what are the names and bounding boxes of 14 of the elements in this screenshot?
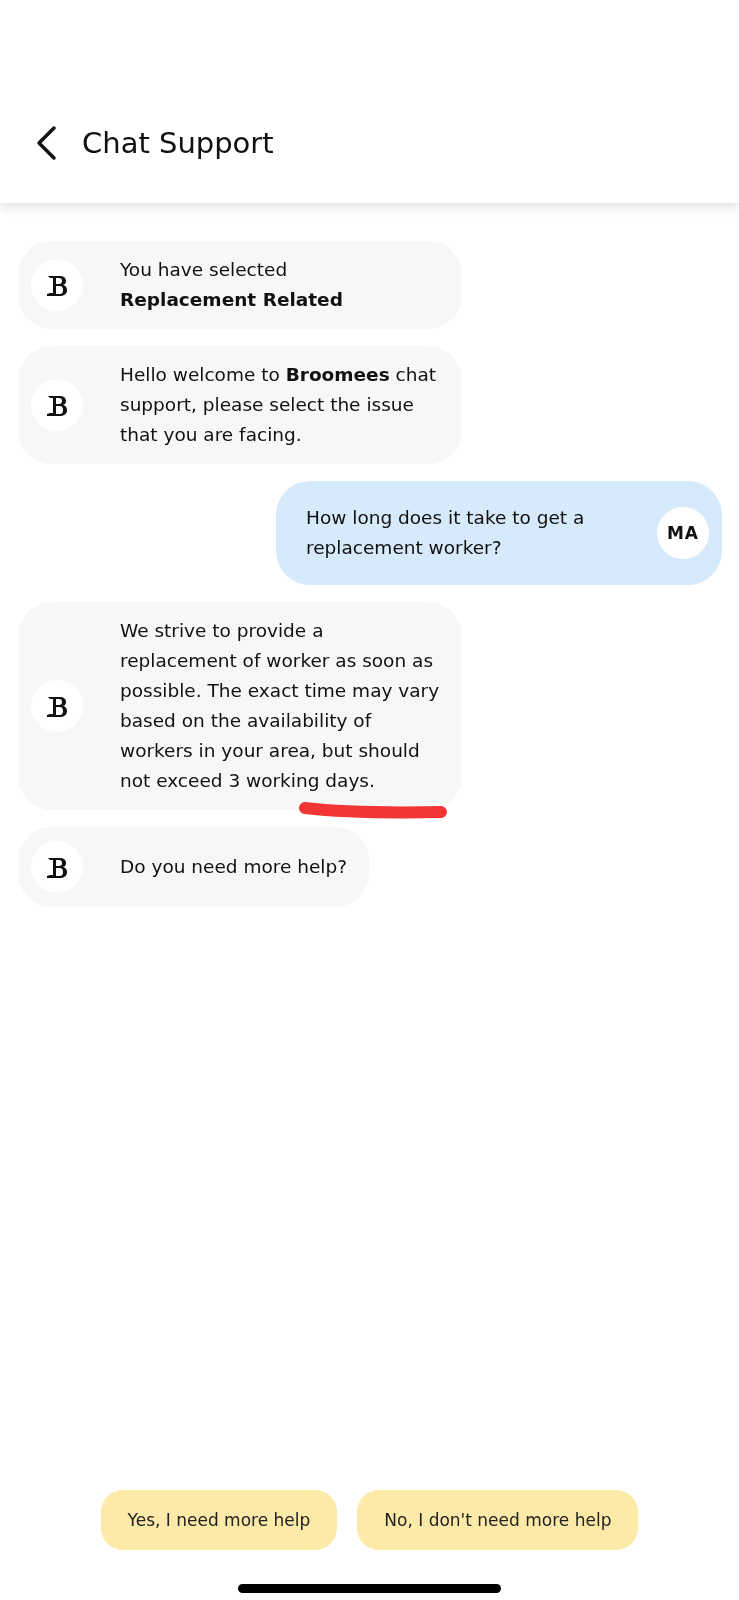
logo-icon: [46, 273, 68, 297]
screen-title: Chat Support: [82, 125, 274, 161]
message-text: Hello welcome to Broomees chat support, please select the issue that you are facing.: [120, 363, 438, 447]
quick-reply-button[interactable]: Yes, I need more help: [100, 1490, 338, 1550]
logo-icon: [46, 393, 68, 417]
logo-icon: [46, 694, 68, 718]
message-text: How long does it take to get a replacement worker?: [306, 506, 586, 560]
logo-icon: [46, 855, 68, 879]
back-icon[interactable]: [34, 125, 58, 161]
message-text: We strive to provide a replacement of worker as soon as possible. The exact time may vary based on the availability of workers in your area, but should not exceed 3 working days.: [120, 619, 440, 793]
user-avatar: MA: [657, 507, 709, 559]
message-text: You have selected Replacement Related: [120, 258, 344, 312]
quick-reply-button[interactable]: No, I don't need more help: [357, 1490, 639, 1550]
message-text: Do you need more help?: [120, 855, 348, 879]
